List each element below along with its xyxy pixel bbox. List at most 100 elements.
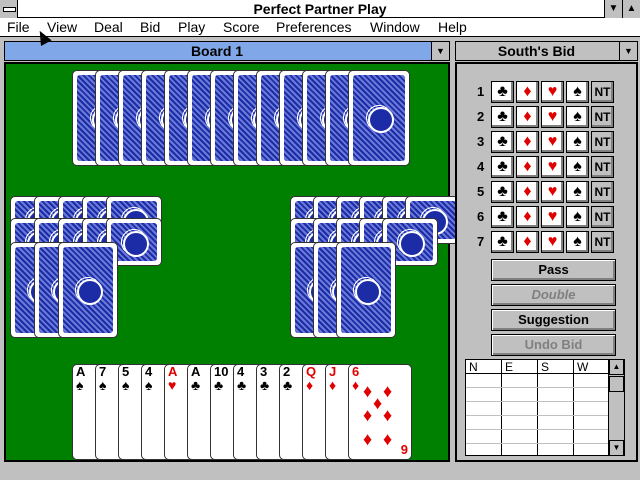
- menu-bid[interactable]: Bid: [140, 19, 160, 35]
- board-header: Board 1 ▼: [4, 41, 450, 61]
- bid-1-diamonds-button[interactable]: ♦: [516, 81, 539, 103]
- card-pip-icon: ♦: [363, 405, 373, 425]
- bid-5-notrump-button[interactable]: NT: [591, 181, 614, 203]
- card-pip-icon: ♦: [373, 393, 383, 413]
- bid-1-notrump-button[interactable]: NT: [591, 81, 614, 103]
- bid-6-hearts-button[interactable]: ♥: [541, 206, 564, 228]
- bid-1-hearts-button[interactable]: ♥: [541, 81, 564, 103]
- bid-4-clubs-button[interactable]: ♣: [491, 156, 514, 178]
- bid-level-label: 3: [477, 134, 485, 149]
- bid-7-notrump-button[interactable]: NT: [591, 231, 614, 253]
- suggestion-button[interactable]: Suggestion: [491, 309, 616, 331]
- bid-5-spades-button[interactable]: ♠: [566, 181, 589, 203]
- bid-3-notrump-button[interactable]: NT: [591, 131, 614, 153]
- bid-2-diamonds-button[interactable]: ♦: [516, 106, 539, 128]
- board-dropdown-button[interactable]: ▼: [431, 42, 449, 60]
- card-pip-icon: ♦: [363, 429, 373, 449]
- bid-level-label: 5: [477, 184, 485, 199]
- bid-6-clubs-button[interactable]: ♣: [491, 206, 514, 228]
- minimize-button[interactable]: ▼: [604, 0, 622, 18]
- bid-level-label: 7: [477, 234, 485, 249]
- history-row-line: [466, 401, 609, 402]
- history-col-s: S: [538, 360, 574, 455]
- bid-4-diamonds-button[interactable]: ♦: [516, 156, 539, 178]
- history-col-e: E: [502, 360, 538, 455]
- menu-score[interactable]: Score: [223, 19, 260, 35]
- card-back: [58, 242, 118, 338]
- bid-3-clubs-button[interactable]: ♣: [491, 131, 514, 153]
- bid-level-label: 6: [477, 209, 485, 224]
- bid-2-spades-button[interactable]: ♠: [566, 106, 589, 128]
- scroll-up-icon[interactable]: ▲: [609, 359, 624, 375]
- history-row-line: [466, 429, 609, 430]
- bid-2-clubs-button[interactable]: ♣: [491, 106, 514, 128]
- card-pip-icon: ♦: [363, 381, 373, 401]
- card-back: [336, 242, 396, 338]
- bid-header: South's Bid ▼: [455, 41, 638, 61]
- menu-window[interactable]: Window: [370, 19, 420, 35]
- bid-6-diamonds-button[interactable]: ♦: [516, 206, 539, 228]
- bid-4-spades-button[interactable]: ♠: [566, 156, 589, 178]
- history-header-n: N: [469, 360, 478, 374]
- double-button[interactable]: Double: [491, 284, 616, 306]
- bid-2-hearts-button[interactable]: ♥: [541, 106, 564, 128]
- scroll-thumb[interactable]: [609, 376, 624, 392]
- bid-5-clubs-button[interactable]: ♣: [491, 181, 514, 203]
- bid-7-hearts-button[interactable]: ♥: [541, 231, 564, 253]
- title-bar: Perfect Partner Play ▼ ▲: [0, 0, 640, 18]
- pass-button[interactable]: Pass: [491, 259, 616, 281]
- history-header-divider: [466, 373, 609, 374]
- window-title: Perfect Partner Play: [253, 1, 387, 17]
- card-pip-icon: ♦: [383, 429, 393, 449]
- card-corner-rank: 9: [400, 442, 408, 457]
- bid-1-spades-button[interactable]: ♠: [566, 81, 589, 103]
- bid-level-label: 2: [477, 109, 485, 124]
- bid-3-hearts-button[interactable]: ♥: [541, 131, 564, 153]
- menu-bar: File View Deal Bid Play Score Preference…: [0, 18, 640, 37]
- history-scrollbar[interactable]: ▲ ▼: [608, 359, 624, 456]
- bid-level-label: 1: [477, 84, 485, 99]
- menu-preferences[interactable]: Preferences: [276, 19, 351, 35]
- board-label: Board 1: [190, 43, 244, 59]
- scroll-down-icon[interactable]: ▼: [609, 440, 624, 456]
- card-rank: 6: [352, 364, 360, 379]
- history-row-line: [466, 387, 609, 388]
- hand-card[interactable]: 6 ♦ ♦ ♦ ♦ ♦ ♦ ♦ ♦ 9: [348, 364, 412, 460]
- bid-6-notrump-button[interactable]: NT: [591, 206, 614, 228]
- card-table: A ♠ 7 ♠ 5 ♠ 4 ♠ A ♥ A ♣ 10 ♣ 4 ♣ 3 ♣ 2 ♣ Q ♦ J ♦ 6 ♦ ♦ ♦ ♦ ♦ ♦ ♦ ♦ 9: [4, 62, 461, 462]
- bid-4-hearts-button[interactable]: ♥: [541, 156, 564, 178]
- history-col-n: N: [466, 360, 502, 455]
- bid-7-clubs-button[interactable]: ♣: [491, 231, 514, 253]
- bid-dropdown-button[interactable]: ▼: [619, 42, 637, 60]
- bid-level-label: 4: [477, 159, 485, 174]
- bid-3-diamonds-button[interactable]: ♦: [516, 131, 539, 153]
- history-col-w: W: [574, 360, 609, 455]
- menu-help[interactable]: Help: [438, 19, 467, 35]
- bid-5-diamonds-button[interactable]: ♦: [516, 181, 539, 203]
- card-pip-icon: ♦: [383, 381, 393, 401]
- menu-play[interactable]: Play: [178, 19, 205, 35]
- bid-history: N E S W ▲ ▼: [465, 359, 625, 456]
- history-header-s: S: [541, 360, 550, 374]
- history-row-line: [466, 415, 609, 416]
- bid-header-label: South's Bid: [497, 43, 576, 59]
- card-pip-icon: ♦: [383, 405, 393, 425]
- history-row-line: [466, 443, 609, 444]
- bid-3-spades-button[interactable]: ♠: [566, 131, 589, 153]
- menu-deal[interactable]: Deal: [94, 19, 123, 35]
- app-window: Perfect Partner Play ▼ ▲ File View Deal …: [0, 0, 640, 480]
- bid-4-notrump-button[interactable]: NT: [591, 156, 614, 178]
- bid-2-notrump-button[interactable]: NT: [591, 106, 614, 128]
- card-back: [348, 70, 410, 166]
- menu-file[interactable]: File: [7, 19, 30, 35]
- menu-view[interactable]: View: [47, 19, 77, 35]
- maximize-button[interactable]: ▲: [622, 0, 640, 18]
- bid-7-diamonds-button[interactable]: ♦: [516, 231, 539, 253]
- bid-5-hearts-button[interactable]: ♥: [541, 181, 564, 203]
- card-suit-icon: ♦: [352, 377, 360, 393]
- bid-1-clubs-button[interactable]: ♣: [491, 81, 514, 103]
- bid-7-spades-button[interactable]: ♠: [566, 231, 589, 253]
- undo-bid-button[interactable]: Undo Bid: [491, 334, 616, 356]
- bid-6-spades-button[interactable]: ♠: [566, 206, 589, 228]
- history-header-e: E: [505, 360, 514, 374]
